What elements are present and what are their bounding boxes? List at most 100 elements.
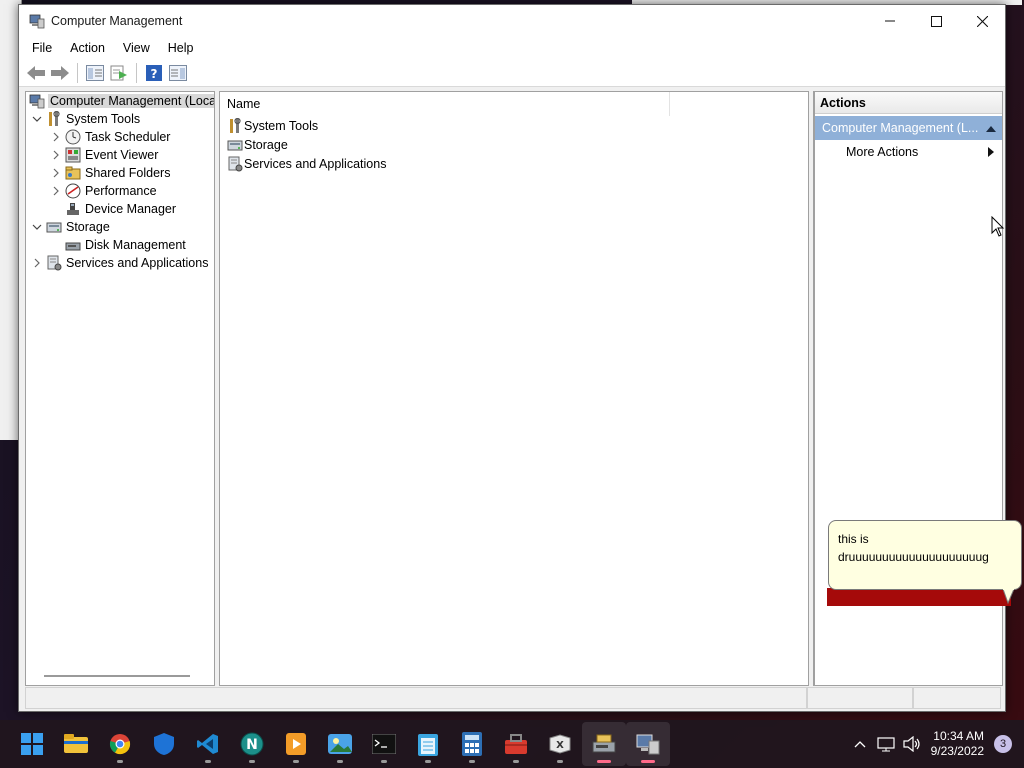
network-icon xyxy=(877,737,895,752)
column-header-name[interactable]: Name xyxy=(220,91,670,116)
taskbar-photos[interactable] xyxy=(318,722,362,766)
notification-badge[interactable]: 3 xyxy=(994,735,1012,753)
performance-icon xyxy=(64,183,82,199)
tree-item-label: Performance xyxy=(85,184,157,198)
chevron-right-icon[interactable] xyxy=(48,165,64,181)
tree-item-label: Shared Folders xyxy=(85,166,171,180)
tree-item-performance[interactable]: Performance xyxy=(26,182,214,200)
export-list-button[interactable] xyxy=(108,62,130,84)
taskbar-terminal[interactable] xyxy=(362,722,406,766)
menu-action[interactable]: Action xyxy=(61,39,114,57)
taskbar-calculator[interactable] xyxy=(450,722,494,766)
taskbar-media-player[interactable] xyxy=(274,722,318,766)
tree-item-storage[interactable]: Storage xyxy=(26,218,214,236)
taskbar-computer-management[interactable] xyxy=(626,722,670,766)
n-logo-icon: N xyxy=(240,732,264,756)
more-actions-item[interactable]: More Actions xyxy=(815,140,1002,164)
chevron-right-icon[interactable] xyxy=(48,183,64,199)
taskbar-vscode[interactable] xyxy=(186,722,230,766)
network-button[interactable] xyxy=(873,736,899,752)
console-tree-icon xyxy=(86,64,104,81)
volume-button[interactable] xyxy=(899,736,925,752)
actions-section-computer-management[interactable]: Computer Management (L... xyxy=(815,116,1002,140)
tree-item-computer-management[interactable]: Computer Management (Local xyxy=(26,92,214,110)
tree-item-event-viewer[interactable]: Event Viewer xyxy=(26,146,214,164)
minimize-button[interactable] xyxy=(867,5,913,37)
menu-file[interactable]: File xyxy=(23,39,61,57)
forward-button[interactable] xyxy=(49,62,71,84)
chevron-right-icon[interactable] xyxy=(29,255,45,271)
tree-item-label: Disk Management xyxy=(85,238,186,252)
toolbar-separator xyxy=(136,62,137,83)
tooltip-shadow xyxy=(827,588,1011,606)
taskbar-app-x[interactable]: X xyxy=(538,722,582,766)
list-item[interactable]: Storage xyxy=(220,135,808,154)
taskbar-notepad[interactable] xyxy=(406,722,450,766)
more-actions-label: More Actions xyxy=(846,145,919,159)
maximize-button[interactable] xyxy=(913,5,959,37)
tree-item-system-tools[interactable]: System Tools xyxy=(26,110,214,128)
taskbar-chrome[interactable] xyxy=(98,722,142,766)
help-button[interactable]: ? xyxy=(143,62,165,84)
chevron-right-icon[interactable] xyxy=(48,129,64,145)
export-list-icon xyxy=(110,65,127,80)
taskbar-security[interactable] xyxy=(142,722,186,766)
results-pane[interactable]: Name System Tools Storage Services and A… xyxy=(219,91,809,686)
chevron-down-icon[interactable] xyxy=(29,111,45,127)
window-title: Computer Management xyxy=(51,14,183,28)
list-item-label: System Tools xyxy=(244,118,319,133)
taskbar-netbeans[interactable]: N xyxy=(230,722,274,766)
list-item-label: Storage xyxy=(244,137,288,152)
actions-section-label: Computer Management (L... xyxy=(822,121,979,135)
status-cell-main xyxy=(25,687,808,709)
menu-help[interactable]: Help xyxy=(159,39,203,57)
tree-item-label: Services and Applications xyxy=(66,256,209,270)
mouse-cursor-icon xyxy=(991,216,1005,237)
submenu-arrow-icon xyxy=(988,147,994,157)
svg-text:?: ? xyxy=(151,67,158,81)
close-button[interactable] xyxy=(959,5,1005,37)
tooltip-line-2: druuuuuuuuuuuuuuuuuuuug xyxy=(838,550,989,564)
storage-icon xyxy=(45,219,63,235)
tooltip-balloon: this is druuuuuuuuuuuuuuuuuuuug xyxy=(828,520,1022,590)
svg-text:N: N xyxy=(246,737,258,753)
disk-tool-icon xyxy=(592,734,616,753)
list-item[interactable]: System Tools xyxy=(220,116,808,135)
list-item[interactable]: Services and Applications xyxy=(220,154,808,173)
tree-item-task-scheduler[interactable]: Task Scheduler xyxy=(26,128,214,146)
disk-icon xyxy=(64,237,82,253)
tree-item-label: Event Viewer xyxy=(85,148,159,162)
show-hide-action-pane-button[interactable] xyxy=(167,62,189,84)
x-app-icon: X xyxy=(549,734,571,754)
taskbar-toolbox[interactable] xyxy=(494,722,538,766)
menu-view[interactable]: View xyxy=(114,39,159,57)
clock[interactable]: 10:34 AM 9/23/2022 xyxy=(931,729,984,759)
chevron-up-icon xyxy=(854,741,866,748)
chevron-down-icon[interactable] xyxy=(29,219,45,235)
show-hidden-icons-button[interactable] xyxy=(847,740,873,748)
list-item-label: Services and Applications xyxy=(244,156,387,171)
console-tree[interactable]: Computer Management (Local System Tools xyxy=(25,91,215,686)
taskbar-disk-tool[interactable] xyxy=(582,722,626,766)
storage-icon xyxy=(227,137,243,153)
chevron-right-icon[interactable] xyxy=(48,147,64,163)
tree-item-services-and-applications[interactable]: Services and Applications xyxy=(26,254,214,272)
start-button[interactable] xyxy=(10,722,54,766)
back-button[interactable] xyxy=(25,62,47,84)
status-cell-3 xyxy=(913,687,1001,709)
tree-item-device-manager[interactable]: Device Manager xyxy=(26,200,214,218)
show-hide-console-tree-button[interactable] xyxy=(84,62,106,84)
shield-icon xyxy=(154,733,174,755)
title-bar[interactable]: Computer Management xyxy=(19,5,1005,37)
tree-item-disk-management[interactable]: Disk Management xyxy=(26,236,214,254)
calculator-icon xyxy=(462,732,482,756)
taskbar: N X 10:34 AM 9/23/2022 3 xyxy=(0,720,1024,768)
clock-date: 9/23/2022 xyxy=(930,744,984,758)
back-arrow-icon xyxy=(27,65,45,80)
taskbar-file-explorer[interactable] xyxy=(54,722,98,766)
collapse-up-icon[interactable] xyxy=(986,125,996,132)
computer-management-icon xyxy=(29,93,45,109)
horizontal-scrollbar[interactable] xyxy=(44,675,190,677)
tree-item-shared-folders[interactable]: Shared Folders xyxy=(26,164,214,182)
computer-management-icon xyxy=(27,11,47,31)
